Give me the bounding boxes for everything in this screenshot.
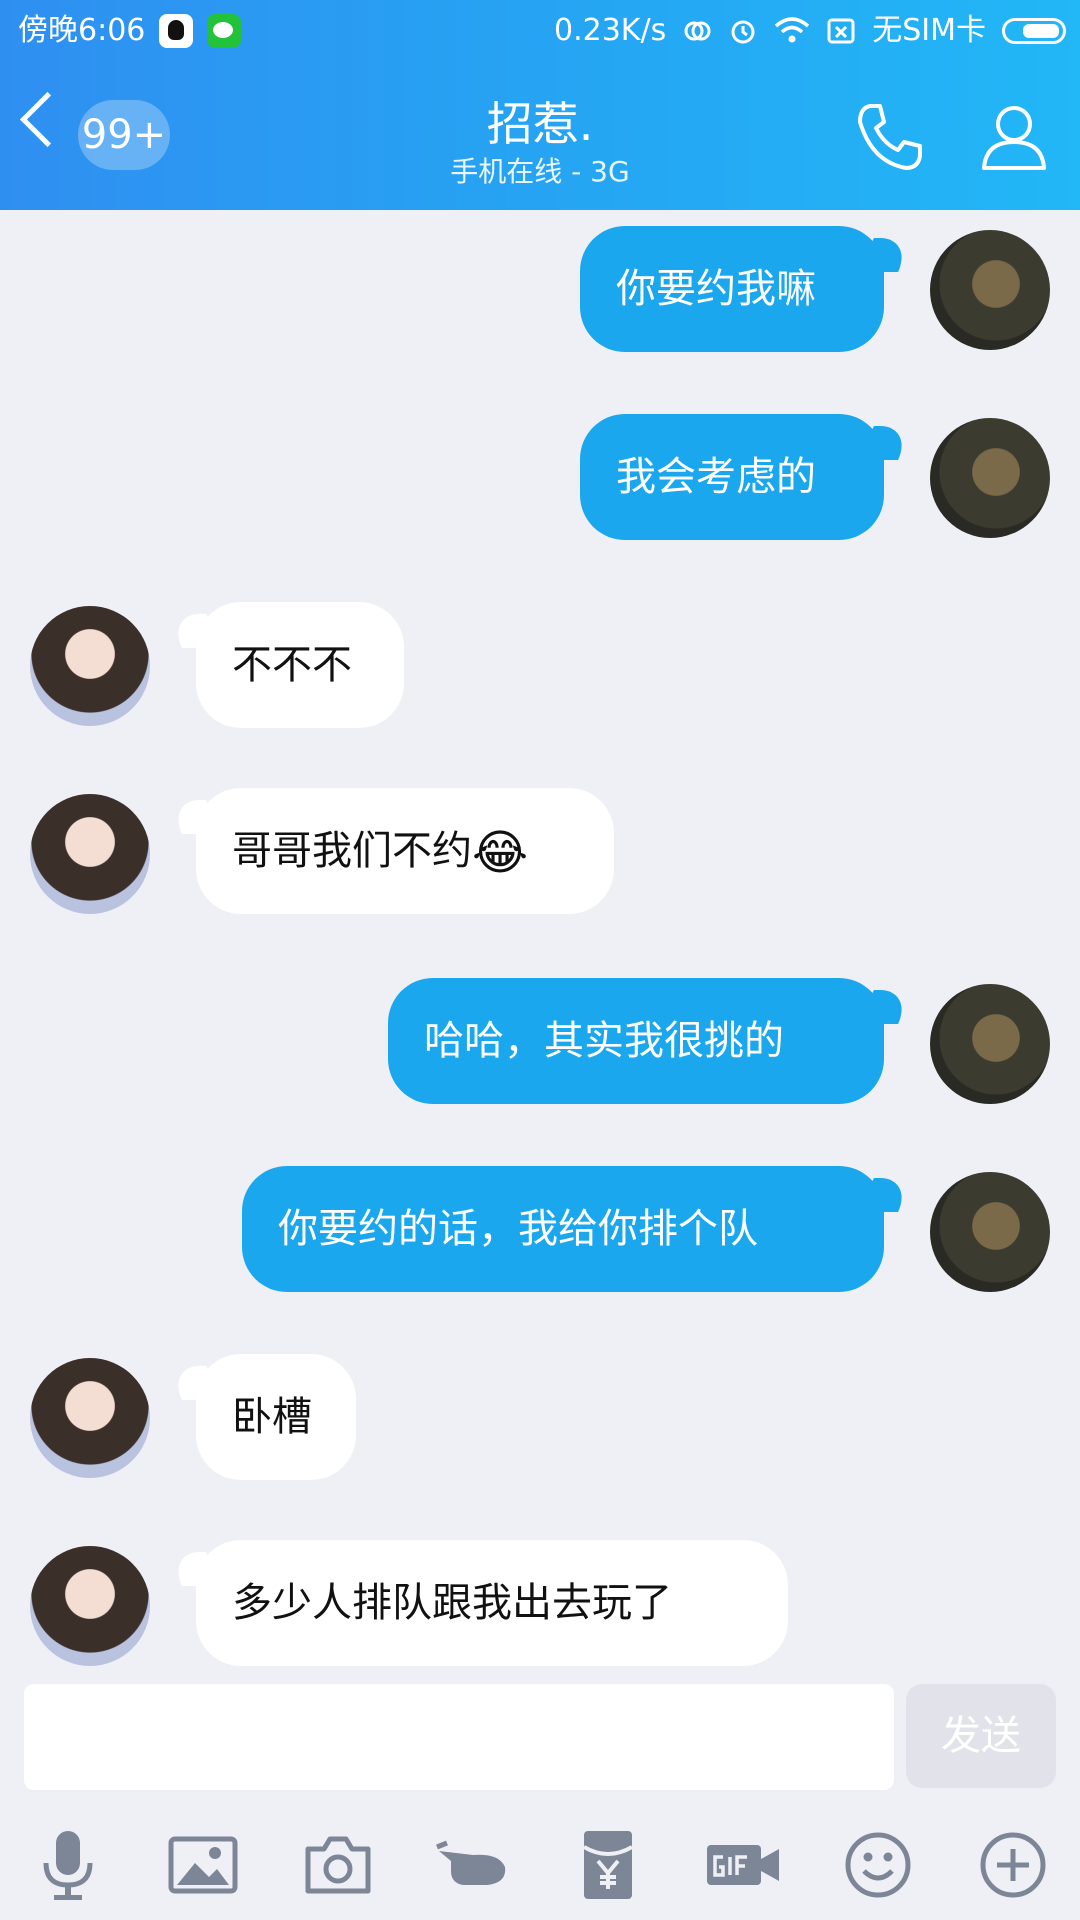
message-bubble[interactable]: 你要约的话，我给你排个队 (242, 1166, 884, 1292)
image-icon[interactable] (163, 1825, 243, 1905)
avatar[interactable] (30, 794, 150, 914)
message-bubble[interactable]: 不不不 (196, 602, 404, 728)
message-row: 你要约的话，我给你排个队 (0, 1166, 1080, 1294)
message-bubble[interactable]: 你要约我嘛 (580, 226, 884, 352)
message-text: 我会考虑的 (616, 454, 816, 500)
sim-status: 无SIM卡 (872, 13, 986, 48)
avatar[interactable] (30, 1546, 150, 1666)
input-toolbar (0, 1810, 1080, 1920)
plus-icon[interactable] (973, 1825, 1053, 1905)
message-row: 不不不 (0, 600, 1080, 728)
sync-icon (684, 21, 711, 41)
message-text: 哈哈，其实我很挑的 (424, 1018, 784, 1064)
wechat-icon (207, 14, 242, 48)
message-bubble[interactable]: 哈哈，其实我很挑的 (388, 978, 884, 1104)
message-bubble[interactable]: 多少人排队跟我出去玩了 (196, 1540, 788, 1666)
mic-icon[interactable] (28, 1825, 108, 1905)
status-time: 傍晚6:06 (18, 13, 146, 48)
gif-icon[interactable] (703, 1825, 783, 1905)
message-text: 卧槽 (232, 1394, 312, 1440)
avatar[interactable] (930, 230, 1050, 350)
message-bubble[interactable]: 卧槽 (196, 1354, 356, 1480)
red-packet-icon[interactable] (568, 1825, 648, 1905)
avatar[interactable] (930, 1172, 1050, 1292)
alarm-icon (731, 20, 755, 44)
smiley-icon[interactable] (838, 1825, 918, 1905)
camera-icon[interactable] (298, 1825, 378, 1905)
qq-icon (159, 14, 194, 48)
message-row: 我会考虑的 (0, 412, 1080, 540)
message-row: 哈哈，其实我很挑的 (0, 978, 1080, 1106)
battery-icon (1002, 18, 1066, 44)
message-text: 不不不 (232, 642, 352, 688)
avatar[interactable] (930, 418, 1050, 538)
status-bar: 傍晚6:06 0.23K/s 无SIM卡 (0, 0, 1080, 62)
message-text: 你要约我嘛 (616, 266, 816, 312)
send-button[interactable]: 发送 (906, 1684, 1056, 1788)
phone-icon[interactable] (852, 98, 928, 174)
profile-icon[interactable] (976, 98, 1052, 174)
wifi-icon (775, 17, 810, 43)
sim-icon (827, 18, 855, 44)
network-speed: 0.23K/s (554, 13, 667, 48)
message-text: 多少人排队跟我出去玩了 (232, 1580, 672, 1626)
composer: 发送 (0, 1680, 1080, 1920)
message-row: 多少人排队跟我出去玩了 (0, 1540, 1080, 1668)
chat-header: 傍晚6:06 0.23K/s 无SIM卡 99+ 招惹. 手机在线 - 3G (0, 0, 1080, 210)
message-bubble[interactable]: 哥哥我们不约😂 (196, 788, 614, 914)
avatar[interactable] (30, 1358, 150, 1478)
message-text: 哥哥我们不约 (232, 828, 472, 874)
avatar[interactable] (30, 606, 150, 726)
message-row: 你要约我嘛 (0, 224, 1080, 352)
avatar[interactable] (930, 984, 1050, 1104)
message-text: 你要约的话，我给你排个队 (278, 1206, 758, 1252)
laughing-emoji-icon: 😂 (472, 825, 529, 881)
message-row: 哥哥我们不约😂 (0, 788, 1080, 916)
hand-poke-icon[interactable] (433, 1825, 513, 1905)
message-row: 卧槽 (0, 1352, 1080, 1480)
message-input[interactable] (24, 1684, 894, 1790)
message-bubble[interactable]: 我会考虑的 (580, 414, 884, 540)
